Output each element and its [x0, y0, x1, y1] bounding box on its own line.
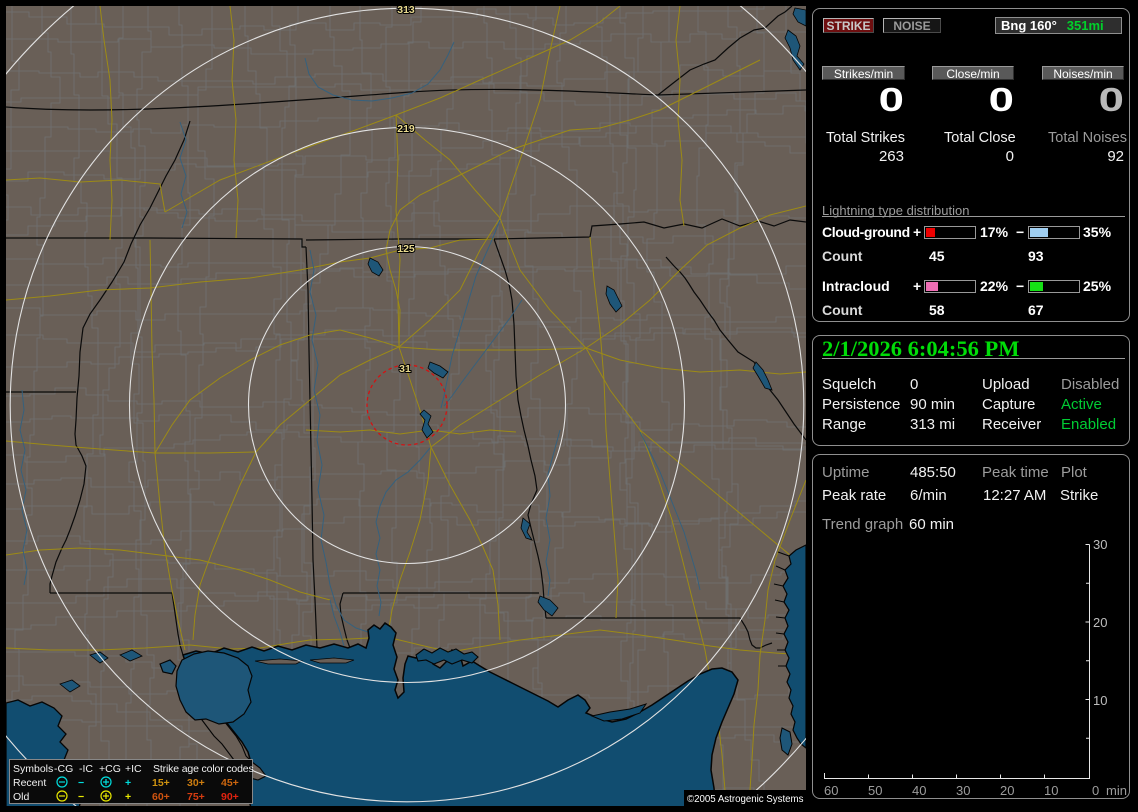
- svg-text:15+: 15+: [152, 777, 170, 789]
- svg-text:Symbols: Symbols: [13, 763, 53, 775]
- svg-text:20: 20: [1093, 615, 1107, 630]
- svg-text:+: +: [125, 777, 131, 789]
- svg-text:+IC: +IC: [125, 763, 142, 775]
- svg-text:60+: 60+: [152, 791, 170, 803]
- svg-text:Old: Old: [13, 791, 30, 803]
- svg-text:75+: 75+: [187, 791, 205, 803]
- svg-text:10: 10: [1093, 693, 1107, 708]
- svg-text:-CG: -CG: [54, 763, 73, 775]
- svg-text:+: +: [125, 791, 131, 803]
- svg-text:30+: 30+: [187, 777, 205, 789]
- svg-text:Recent: Recent: [13, 777, 46, 789]
- svg-text:219: 219: [397, 123, 415, 135]
- svg-text:Strike age color codes: Strike age color codes: [153, 763, 254, 775]
- svg-text:−: −: [78, 777, 84, 789]
- svg-text:©2005 Astrogenic Systems: ©2005 Astrogenic Systems: [687, 794, 804, 805]
- svg-text:313: 313: [397, 6, 415, 16]
- svg-text:+CG: +CG: [99, 763, 121, 775]
- svg-text:−: −: [78, 791, 84, 803]
- svg-text:90+: 90+: [221, 791, 239, 803]
- svg-text:31: 31: [399, 363, 411, 375]
- svg-text:-IC: -IC: [79, 763, 93, 775]
- svg-text:125: 125: [397, 243, 415, 255]
- svg-text:30: 30: [1093, 537, 1107, 552]
- svg-text:45+: 45+: [221, 777, 239, 789]
